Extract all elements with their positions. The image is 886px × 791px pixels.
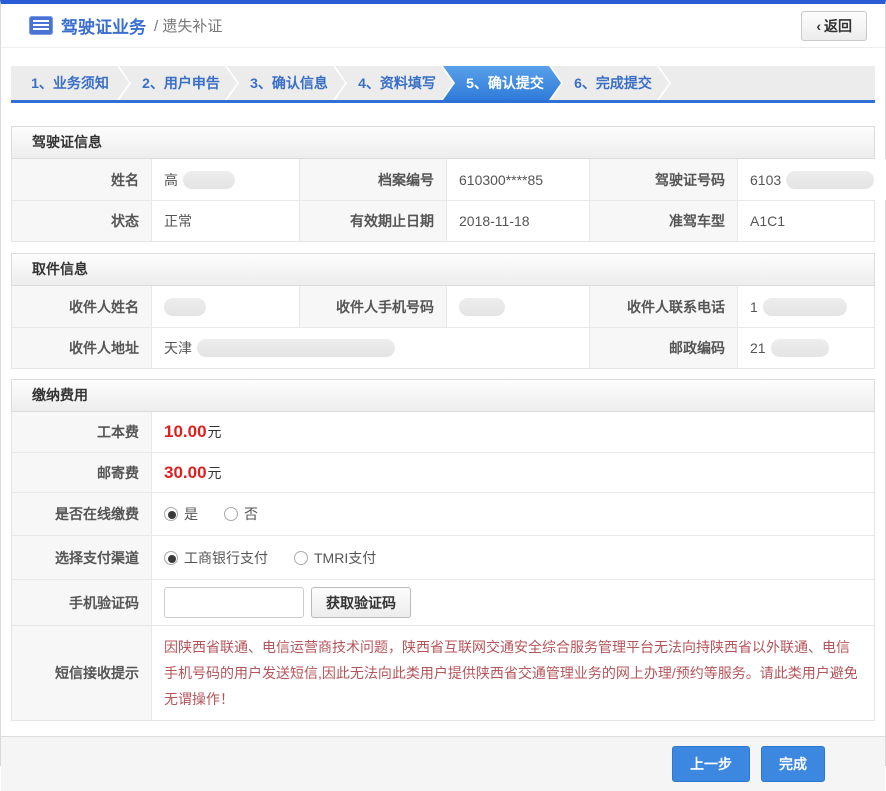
radio-checked-icon[interactable] bbox=[164, 551, 178, 565]
step-tabs-bar: 1、业务须知 2、用户申告 3、确认信息 4、资料填写 5、确认提交 6、完成提… bbox=[11, 66, 875, 103]
expiry-label: 有效期止日期 bbox=[300, 201, 447, 241]
license-info-section: 驾驶证信息 姓名 高 档案编号 610300****85 驾驶证号码 6103 … bbox=[11, 126, 875, 242]
online-pay-yes-label: 是 bbox=[184, 506, 198, 522]
finish-button[interactable]: 完成 bbox=[761, 746, 825, 782]
get-code-button[interactable]: 获取验证码 bbox=[311, 587, 411, 618]
sms-code-field-group: 获取验证码 bbox=[152, 580, 874, 625]
pickup-section-title: 取件信息 bbox=[11, 253, 875, 286]
table-row: 选择支付渠道 工商银行支付 TMRI支付 bbox=[12, 535, 874, 579]
table-row: 收件人地址 天津 邮政编码 21 bbox=[12, 327, 874, 368]
online-pay-no-option[interactable]: 否 bbox=[224, 504, 258, 524]
cost-fee-label: 工本费 bbox=[12, 412, 152, 452]
postcode-value: 21 bbox=[738, 328, 874, 368]
tab-step-6[interactable]: 6、完成提交 bbox=[551, 66, 669, 100]
sms-code-input[interactable] bbox=[164, 587, 304, 618]
previous-step-button[interactable]: 上一步 bbox=[672, 746, 750, 782]
pay-channel-tmri-option[interactable]: TMRI支付 bbox=[294, 548, 376, 568]
tab-step-3[interactable]: 3、确认信息 bbox=[227, 66, 345, 100]
redacted-value bbox=[183, 171, 235, 189]
cost-fee-value: 10.00元 bbox=[152, 412, 874, 452]
pay-channel-label: 选择支付渠道 bbox=[12, 536, 152, 579]
page-header: 驾驶证业务 / 遗失补证 ‹返回 bbox=[1, 4, 885, 48]
recipient-name-label: 收件人姓名 bbox=[12, 286, 152, 327]
postcode-label: 邮政编码 bbox=[590, 328, 738, 368]
redacted-value bbox=[763, 298, 847, 316]
table-row: 姓名 高 档案编号 610300****85 驾驶证号码 6103 bbox=[12, 159, 874, 200]
license-section-title: 驾驶证信息 bbox=[11, 126, 875, 159]
tab-step-4[interactable]: 4、资料填写 bbox=[335, 66, 453, 100]
redacted-value bbox=[164, 298, 206, 316]
table-row: 工本费 10.00元 bbox=[12, 412, 874, 452]
redacted-value bbox=[197, 339, 395, 357]
license-no-value: 6103 bbox=[738, 159, 886, 200]
table-row: 收件人姓名 收件人手机号码 收件人联系电话 1 bbox=[12, 286, 874, 327]
pickup-info-section: 取件信息 收件人姓名 收件人手机号码 收件人联系电话 1 收件人地址 天津 邮政… bbox=[11, 253, 875, 369]
pay-channel-icbc-label: 工商银行支付 bbox=[184, 550, 268, 566]
page-title: 驾驶证业务 bbox=[61, 13, 146, 38]
recipient-phone-label: 收件人联系电话 bbox=[590, 286, 738, 327]
sms-notice-text: 因陕西省联通、电信运营商技术问题，陕西省互联网交通安全综合服务管理平台无法向持陕… bbox=[152, 626, 874, 720]
table-row: 短信接收提示 因陕西省联通、电信运营商技术问题，陕西省互联网交通安全综合服务管理… bbox=[12, 625, 874, 720]
breadcrumb: / 遗失补证 bbox=[154, 15, 222, 36]
recipient-name-value bbox=[152, 286, 300, 327]
recipient-address-value: 天津 bbox=[152, 328, 590, 368]
redacted-value bbox=[459, 298, 505, 316]
payment-section-title: 缴纳费用 bbox=[11, 379, 875, 412]
license-no-label: 驾驶证号码 bbox=[590, 159, 738, 200]
postage-fee-value: 30.00元 bbox=[152, 453, 874, 492]
postage-fee-label: 邮寄费 bbox=[12, 453, 152, 492]
footer-action-bar: 上一步 完成 bbox=[1, 736, 885, 791]
pay-channel-icbc-option[interactable]: 工商银行支付 bbox=[164, 548, 268, 568]
back-button[interactable]: ‹返回 bbox=[801, 11, 867, 41]
table-row: 手机验证码 获取验证码 bbox=[12, 579, 874, 625]
sms-code-label: 手机验证码 bbox=[12, 580, 152, 625]
payment-section: 缴纳费用 工本费 10.00元 邮寄费 30.00元 是否在线缴费 是 否 选择… bbox=[11, 379, 875, 721]
online-pay-options: 是 否 bbox=[152, 493, 874, 535]
tab-filler bbox=[659, 66, 875, 100]
pay-channel-options: 工商银行支付 TMRI支付 bbox=[152, 536, 874, 579]
chevron-left-icon: ‹ bbox=[816, 18, 821, 34]
page-container: 驾驶证业务 / 遗失补证 ‹返回 1、业务须知 2、用户申告 3、确认信息 4、… bbox=[0, 0, 886, 766]
file-no-value: 610300****85 bbox=[447, 159, 590, 200]
name-value: 高 bbox=[152, 159, 300, 200]
pay-channel-tmri-label: TMRI支付 bbox=[314, 550, 376, 566]
tab-step-2[interactable]: 2、用户申告 bbox=[119, 66, 237, 100]
radio-checked-icon[interactable] bbox=[164, 507, 178, 521]
name-label: 姓名 bbox=[12, 159, 152, 200]
tab-step-1[interactable]: 1、业务须知 bbox=[11, 66, 129, 100]
recipient-phone-value: 1 bbox=[738, 286, 874, 327]
table-row: 是否在线缴费 是 否 bbox=[12, 492, 874, 535]
table-row: 邮寄费 30.00元 bbox=[12, 452, 874, 492]
license-card-icon bbox=[29, 16, 53, 35]
status-label: 状态 bbox=[12, 201, 152, 241]
vehicle-class-value: A1C1 bbox=[738, 201, 874, 241]
status-value: 正常 bbox=[152, 201, 300, 241]
online-pay-no-label: 否 bbox=[244, 506, 258, 522]
table-row: 状态 正常 有效期止日期 2018-11-18 准驾车型 A1C1 bbox=[12, 200, 874, 241]
file-no-label: 档案编号 bbox=[300, 159, 447, 200]
redacted-value bbox=[786, 171, 874, 189]
online-pay-label: 是否在线缴费 bbox=[12, 493, 152, 535]
radio-unchecked-icon[interactable] bbox=[224, 507, 238, 521]
recipient-mobile-value bbox=[447, 286, 590, 327]
online-pay-yes-option[interactable]: 是 bbox=[164, 504, 198, 524]
sms-notice-label: 短信接收提示 bbox=[12, 626, 152, 720]
recipient-mobile-label: 收件人手机号码 bbox=[300, 286, 447, 327]
tab-step-5-active[interactable]: 5、确认提交 bbox=[443, 66, 561, 100]
radio-unchecked-icon[interactable] bbox=[294, 551, 308, 565]
sms-notice-cell: 因陕西省联通、电信运营商技术问题，陕西省互联网交通安全综合服务管理平台无法向持陕… bbox=[152, 626, 874, 720]
vehicle-class-label: 准驾车型 bbox=[590, 201, 738, 241]
back-button-label: 返回 bbox=[824, 18, 852, 34]
redacted-value bbox=[771, 339, 829, 357]
recipient-address-label: 收件人地址 bbox=[12, 328, 152, 368]
expiry-value: 2018-11-18 bbox=[447, 201, 590, 241]
